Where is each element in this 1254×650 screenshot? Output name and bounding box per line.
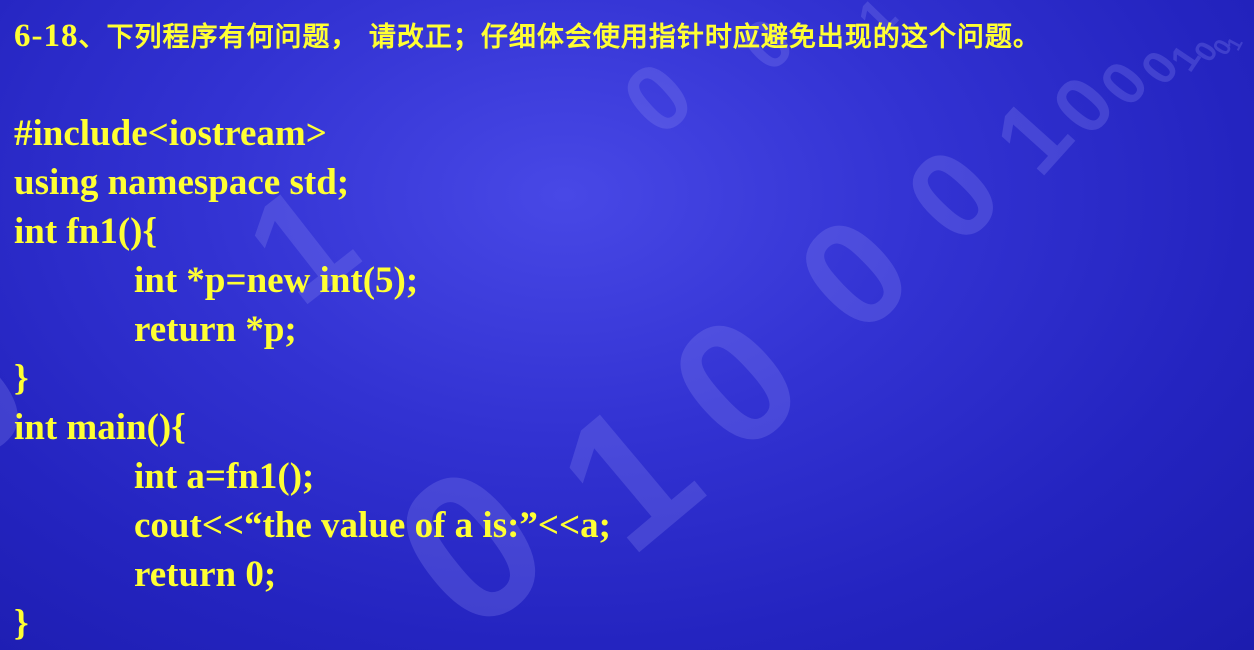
code-line-main-return: return 0; xyxy=(134,554,277,595)
code-line-main-assign: int a=fn1(); xyxy=(134,456,315,497)
exercise-question: 、下列程序有何问题， 请改正；仔细体会使用指针时应避免出现的这个问题。 xyxy=(78,22,1041,53)
code-line-main-header: int main(){ xyxy=(14,407,186,448)
code-line-fn1-return: return *p; xyxy=(134,309,297,350)
code-line-main-close: } xyxy=(14,603,29,644)
slide: 6-18、下列程序有何问题， 请改正；仔细体会使用指针时应避免出现的这个问题。 … xyxy=(0,0,1254,650)
exercise-title: 6-18、下列程序有何问题， 请改正；仔细体会使用指针时应避免出现的这个问题。 xyxy=(14,12,1244,62)
code-line-include: #include<iostream> xyxy=(14,113,327,154)
exercise-number: 6-18 xyxy=(14,18,79,54)
code-line-fn1-header: int fn1(){ xyxy=(14,211,158,252)
code-line-fn1-close: } xyxy=(14,358,29,399)
code-line-using: using namespace std; xyxy=(14,162,350,203)
code-line-fn1-new: int *p=new int(5); xyxy=(134,260,419,301)
code-line-main-cout: cout<<“the value of a is:”<<a; xyxy=(134,505,611,546)
